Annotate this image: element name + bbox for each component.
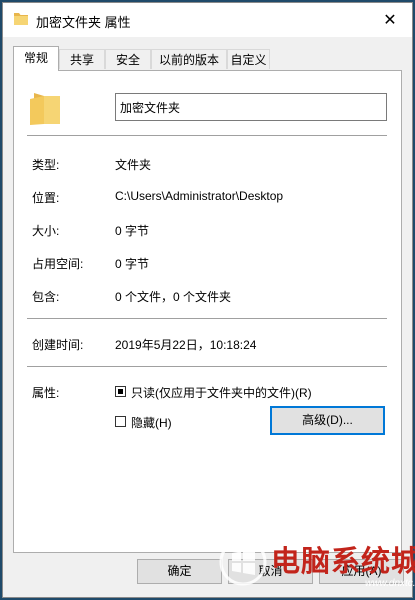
- ok-button[interactable]: 确定: [137, 559, 222, 584]
- tab-sharing[interactable]: 共享: [59, 49, 105, 69]
- separator: [27, 318, 387, 319]
- advanced-button[interactable]: 高级(D)...: [270, 406, 385, 435]
- hidden-checkbox-label[interactable]: 隐藏(H): [131, 414, 172, 431]
- folder-icon: [14, 13, 28, 25]
- size-value: 0 字节: [115, 224, 150, 238]
- contains-label: 包含:: [32, 290, 60, 304]
- folder-name-input[interactable]: [115, 93, 387, 121]
- apply-button[interactable]: 应用(A): [319, 559, 404, 584]
- separator: [27, 366, 387, 367]
- tab-general[interactable]: 常规: [13, 46, 59, 71]
- separator: [27, 135, 387, 136]
- created-value: 2019年5月22日，10:18:24: [115, 338, 257, 352]
- cancel-button[interactable]: 取消: [228, 559, 313, 584]
- tab-security[interactable]: 安全: [105, 49, 151, 69]
- close-button[interactable]: ✕: [368, 3, 412, 37]
- title-bar: 加密文件夹 属性 ✕: [3, 3, 412, 37]
- type-label: 类型:: [32, 158, 60, 172]
- location-value: C:\Users\Administrator\Desktop: [115, 189, 284, 203]
- folder-icon: [30, 93, 60, 125]
- general-panel: 类型: 文件夹 位置: C:\Users\Administrator\Deskt…: [13, 70, 402, 553]
- attributes-label: 属性:: [32, 386, 60, 400]
- size-on-disk-value: 0 字节: [115, 257, 150, 271]
- location-label: 位置:: [32, 191, 60, 205]
- size-on-disk-label: 占用空间:: [32, 257, 84, 271]
- close-icon: ✕: [383, 12, 397, 29]
- tab-previous-versions[interactable]: 以前的版本: [151, 49, 227, 69]
- type-value: 文件夹: [115, 158, 152, 172]
- readonly-checkbox[interactable]: [115, 386, 126, 397]
- readonly-checkbox-label[interactable]: 只读(仅应用于文件夹中的文件)(R): [131, 384, 312, 401]
- contains-value: 0 个文件，0 个文件夹: [115, 290, 232, 304]
- tab-customize[interactable]: 自定义: [227, 49, 270, 69]
- properties-window: 加密文件夹 属性 ✕ 常规 共享 安全 以前的版本 自定义 类型: 文件夹 位置…: [2, 2, 413, 598]
- size-label: 大小:: [32, 224, 60, 238]
- created-label: 创建时间:: [32, 338, 84, 352]
- window-title: 加密文件夹 属性: [36, 15, 131, 30]
- hidden-checkbox[interactable]: [115, 416, 126, 427]
